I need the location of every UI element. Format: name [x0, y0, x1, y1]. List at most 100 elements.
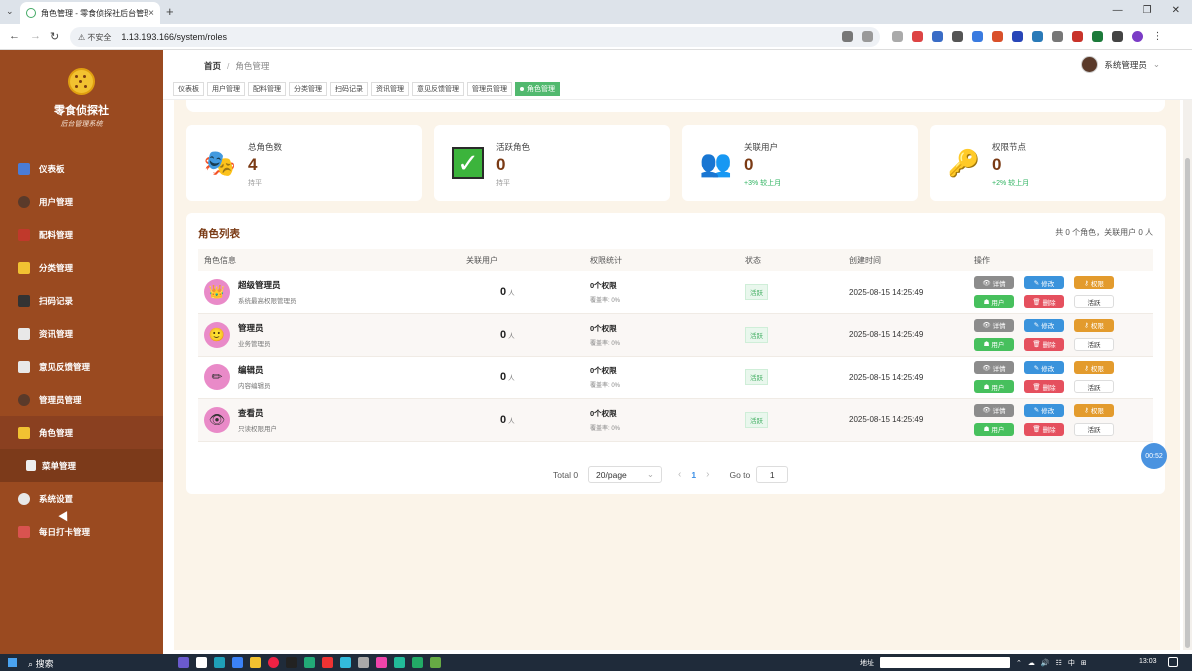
detail-button[interactable]: 👁 详情 [974, 276, 1014, 289]
close-tab-icon[interactable]: × [148, 8, 154, 19]
sidebar-item-categories[interactable]: 分类管理 [0, 251, 163, 284]
tag-users[interactable]: 用户管理 [207, 82, 245, 96]
detail-button[interactable]: 👁 详情 [974, 361, 1014, 375]
sidebar-item-news[interactable]: 资讯管理 [0, 317, 163, 350]
tray-icon[interactable]: ⌃ [1016, 659, 1022, 667]
edit-button[interactable]: ✎ 修改 [1024, 361, 1064, 375]
app-icon[interactable] [304, 657, 315, 668]
app-icon[interactable] [358, 657, 369, 668]
app-icon[interactable] [286, 657, 297, 668]
sidebar-item-daily-checkin[interactable]: 每日打卡管理 [0, 515, 163, 548]
sidebar-item-dashboard[interactable]: 仪表板 [0, 152, 163, 185]
shield-icon[interactable] [912, 31, 923, 42]
profile-icon[interactable] [1132, 31, 1143, 42]
edit-button[interactable]: ✎ 修改 [1024, 318, 1064, 332]
restore-icon[interactable]: ❐ [1143, 5, 1152, 16]
sidebar-item-menus[interactable]: 菜单管理 [0, 449, 163, 482]
folder-icon[interactable] [250, 657, 261, 668]
tag-roles[interactable]: 角色管理 [515, 82, 560, 96]
back-icon[interactable]: ← [9, 30, 20, 42]
address-toolbar-input[interactable] [880, 657, 1010, 668]
tag-dashboard[interactable]: 仪表板 [173, 82, 204, 96]
camera-icon[interactable] [892, 31, 903, 42]
sidebar-item-roles[interactable]: 角色管理 [0, 416, 163, 449]
users-button[interactable]: ☗ 用户 [974, 422, 1014, 436]
tag-ingredients[interactable]: 配料管理 [248, 82, 286, 96]
toggle-status-button[interactable]: 活跃 [1074, 380, 1114, 394]
input-method-icon[interactable]: ⊞ [1081, 659, 1087, 667]
volume-icon[interactable]: 🔊 [1041, 659, 1050, 667]
sidebar-item-users[interactable]: 用户管理 [0, 185, 163, 218]
tag-admins[interactable]: 管理员管理 [467, 82, 512, 96]
users-button[interactable]: ☗ 用户 [974, 337, 1014, 351]
sidebar-item-scan-records[interactable]: 扫码记录 [0, 284, 163, 317]
detail-button[interactable]: 👁 详情 [974, 318, 1014, 332]
tab-list-icon[interactable]: ⌄ [6, 6, 14, 17]
key-icon[interactable] [842, 31, 853, 42]
security-warning[interactable]: ⚠ 不安全 [78, 32, 111, 43]
notification-icon[interactable] [1168, 657, 1178, 667]
app-icon[interactable] [376, 657, 387, 668]
app-icon[interactable] [430, 657, 441, 668]
more-icon[interactable]: ⋮ [1152, 31, 1163, 42]
delete-button[interactable]: 🗑 删除 [1024, 422, 1064, 436]
sidebar-item-settings[interactable]: 系统设置 [0, 482, 163, 515]
scrollbar[interactable] [1183, 100, 1192, 650]
tag-news[interactable]: 资讯管理 [371, 82, 409, 96]
sync-icon[interactable] [1032, 31, 1043, 42]
page-number[interactable]: 1 [691, 470, 696, 480]
toggle-status-button[interactable]: 活跃 [1074, 337, 1114, 351]
toggle-status-button[interactable]: 活跃 [1074, 422, 1114, 436]
delete-button[interactable]: 🗑 删除 [1024, 380, 1064, 394]
delete-button[interactable]: 🗑 删除 [1024, 337, 1064, 351]
new-tab-icon[interactable]: + [166, 4, 174, 19]
pdf-icon[interactable] [1072, 31, 1083, 42]
reload-icon[interactable]: ↻ [50, 30, 59, 43]
sidebar-item-ingredients[interactable]: 配料管理 [0, 218, 163, 251]
permission-button[interactable]: ⚷ 权限 [1074, 318, 1114, 332]
lang-indicator[interactable]: 中 [1068, 658, 1075, 668]
windows-start-icon[interactable] [8, 658, 17, 667]
network-icon[interactable]: ☷ [1056, 659, 1062, 667]
url-input[interactable]: ⚠ 不安全 1.13.193.166/system/roles [70, 27, 880, 47]
forward-icon[interactable]: → [30, 30, 41, 42]
minimize-icon[interactable]: — [1113, 5, 1123, 16]
app-icon[interactable] [214, 657, 225, 668]
close-window-icon[interactable]: ✕ [1172, 5, 1180, 16]
breadcrumb-home[interactable]: 首页 [204, 61, 221, 71]
extension-icon[interactable] [932, 31, 943, 42]
app-icon[interactable] [196, 657, 207, 668]
app-icon[interactable] [232, 657, 243, 668]
tag-feedback[interactable]: 意见反馈管理 [412, 82, 464, 96]
copy-icon[interactable] [952, 31, 963, 42]
browser-tab[interactable]: 角色管理 - 零食侦探社后台管理 × [20, 2, 160, 24]
chrome-icon[interactable] [268, 657, 279, 668]
sidebar-item-admins[interactable]: 管理员管理 [0, 383, 163, 416]
puzzle-icon[interactable] [1112, 31, 1123, 42]
edit-button[interactable]: ✎ 修改 [1024, 403, 1064, 417]
pen-icon[interactable] [992, 31, 1003, 42]
taskbar-search[interactable]: ⌕ 搜索 [28, 657, 54, 670]
permission-button[interactable]: ⚷ 权限 [1074, 361, 1114, 375]
cross-icon[interactable] [1052, 31, 1063, 42]
permission-button[interactable]: ⚷ 权限 [1074, 403, 1114, 417]
green-ext-icon[interactable] [1092, 31, 1103, 42]
scrollbar-thumb[interactable] [1185, 158, 1190, 648]
timer-badge[interactable]: 00:52 [1141, 443, 1167, 469]
app-icon[interactable] [322, 657, 333, 668]
goto-input[interactable]: 1 [756, 466, 789, 483]
page-size-select[interactable]: 20/page ⌄ [588, 466, 663, 483]
permission-button[interactable]: ⚷ 权限 [1074, 276, 1114, 289]
next-page-icon[interactable]: › [706, 469, 709, 480]
delete-button[interactable]: 🗑 删除 [1024, 295, 1064, 308]
wechat-icon[interactable] [394, 657, 405, 668]
edit-button[interactable]: ✎ 修改 [1024, 276, 1064, 289]
tray-icon[interactable]: ☁ [1028, 659, 1035, 667]
prev-page-icon[interactable]: ‹ [678, 469, 681, 480]
toggle-status-button[interactable]: 活跃 [1074, 295, 1114, 308]
users-button[interactable]: ☗ 用户 [974, 295, 1014, 308]
app-icon[interactable] [340, 657, 351, 668]
users-button[interactable]: ☗ 用户 [974, 380, 1014, 394]
star-icon[interactable] [862, 31, 873, 42]
tag-categories[interactable]: 分类管理 [289, 82, 327, 96]
